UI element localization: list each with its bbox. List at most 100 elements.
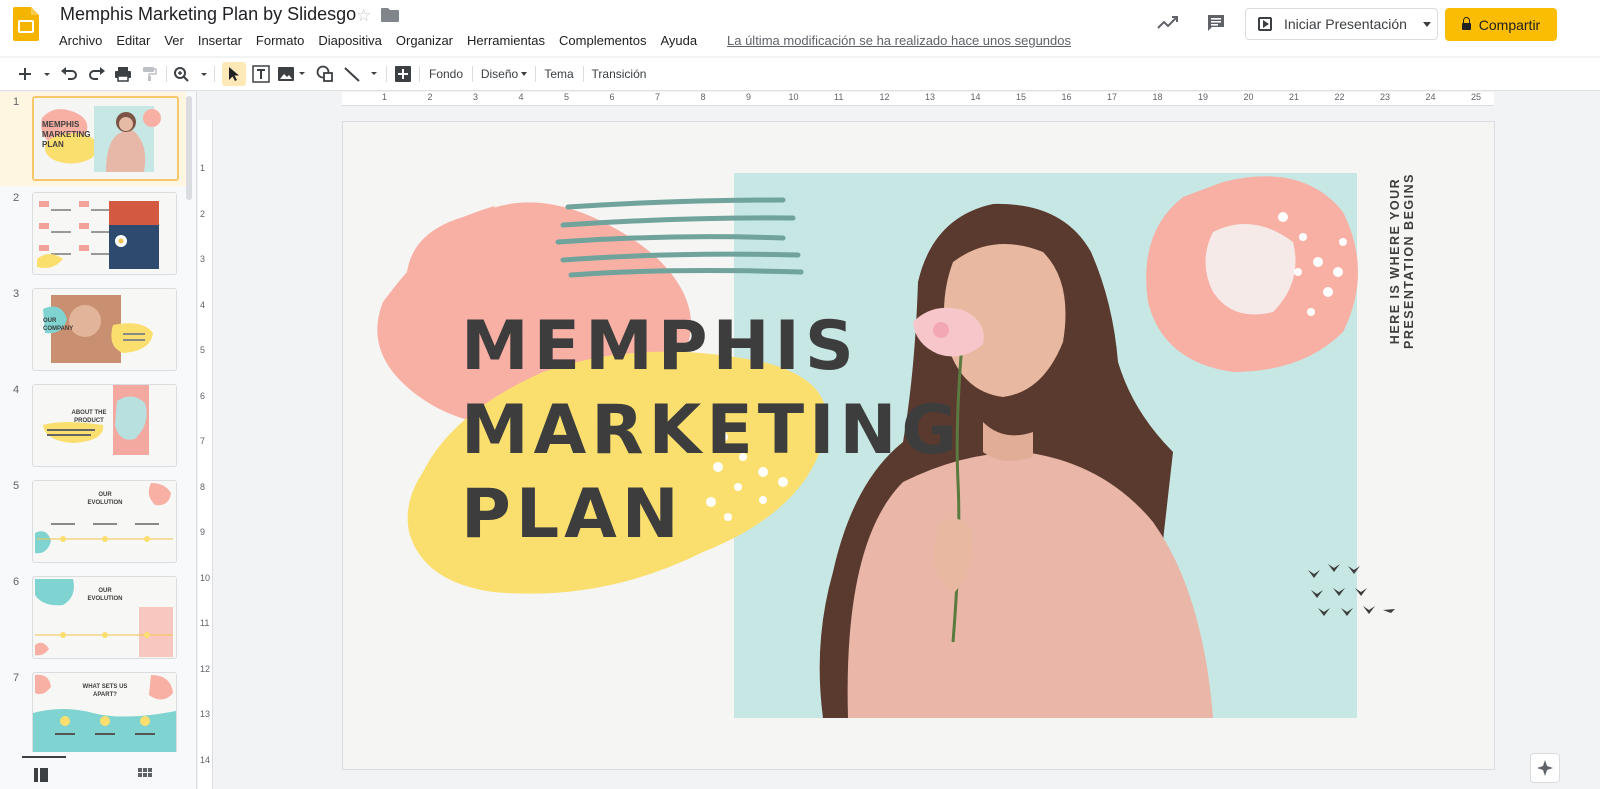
star-icon[interactable]: ☆	[356, 6, 371, 26]
cursor-icon	[229, 67, 239, 81]
insert-image-button[interactable]	[276, 58, 308, 90]
ruler-tick-label: 19	[1198, 92, 1209, 102]
explore-button[interactable]	[1530, 753, 1560, 783]
toolbar-divider	[386, 66, 387, 82]
theme-button[interactable]: Tema	[540, 58, 578, 90]
slide-thumb-5[interactable]: 5 OUR EVOLUTION	[0, 476, 186, 566]
slide-thumb-7[interactable]: 7 WHAT SETS US APART?	[0, 668, 186, 758]
ruler-tick-label: 12	[879, 92, 890, 102]
slide-thumbnail: MEMPHIS MARKETING PLAN	[32, 96, 179, 181]
filmstrip-scrollbar[interactable]	[186, 96, 192, 200]
slide-number: 4	[13, 384, 20, 396]
menu-edit[interactable]: Editar	[109, 33, 157, 48]
thumb-title: OUR EVOLUTION	[87, 588, 123, 602]
explore-sparkle-icon	[1537, 760, 1553, 776]
print-icon	[115, 67, 131, 82]
ruler-tick-label: 4	[518, 92, 524, 102]
undo-icon	[61, 67, 77, 80]
present-button[interactable]: Iniciar Presentación	[1245, 8, 1419, 40]
shape-button[interactable]	[314, 58, 336, 90]
ruler-tick-label: 17	[1107, 92, 1118, 102]
lock-icon	[1461, 17, 1471, 30]
slide-preview-image	[33, 385, 176, 466]
toolbar-divider	[472, 66, 473, 82]
zoom-icon	[174, 67, 207, 82]
print-button[interactable]	[112, 58, 134, 90]
ruler-tick-label: 16	[1061, 92, 1072, 102]
layout-button[interactable]: Diseño	[478, 58, 530, 90]
slide-thumbnail	[32, 192, 177, 275]
menu-file[interactable]: Archivo	[52, 33, 109, 48]
ruler-tick-label: 7	[655, 92, 661, 102]
ruler-tick-label: 14	[200, 754, 211, 765]
slide-thumbnail: ABOUT THE PRODUCT	[32, 384, 177, 467]
slide-thumb-1[interactable]: 1 MEMPHIS MARKETING PLAN	[0, 92, 186, 186]
slide-subtitle-vertical[interactable]: HERE IS WHERE YOUR PRESENTATION BEGINS	[1388, 156, 1416, 366]
redo-icon	[89, 67, 105, 80]
share-button[interactable]: Compartir	[1445, 8, 1557, 41]
background-button[interactable]: Fondo	[424, 58, 468, 90]
menu-view[interactable]: Ver	[157, 33, 191, 48]
slide-thumbnail: OUR EVOLUTION	[32, 480, 177, 563]
ruler-tick-label: 1	[200, 163, 206, 173]
document-title[interactable]: Memphis Marketing Plan by Slidesgo	[60, 4, 356, 25]
toolbar-divider	[419, 66, 420, 82]
comments-icon[interactable]	[1206, 13, 1226, 33]
horizontal-ruler[interactable]: 1 2 3 4 5 6 7 8 9 10 11 12 13 14 15 16 17 18 19 20 21 22 23 24 2…	[342, 92, 1494, 106]
menu-slide[interactable]: Diapositiva	[311, 33, 389, 48]
slide-thumb-6[interactable]: 6 OUR EVOLUTION	[0, 572, 186, 662]
grid-view-icon[interactable]	[138, 768, 152, 782]
share-label: Compartir	[1478, 16, 1541, 33]
ruler-tick-label: 18	[1152, 92, 1163, 102]
ruler-tick-label: 13	[200, 709, 211, 719]
present-options-dropdown[interactable]	[1418, 8, 1438, 40]
ruler-tick-label: 3	[200, 254, 206, 264]
menu-format[interactable]: Formato	[249, 33, 311, 48]
new-slide-button[interactable]	[14, 58, 54, 90]
toolbar-divider	[583, 66, 584, 82]
select-tool-button[interactable]	[222, 62, 246, 86]
slide-number: 7	[13, 672, 20, 684]
ruler-tick-label: 5	[200, 345, 206, 355]
ruler-tick-label: 12	[200, 663, 211, 674]
slides-logo-icon[interactable]	[13, 7, 39, 41]
new-comment-button[interactable]	[392, 58, 414, 90]
filmstrip-view-icon[interactable]	[34, 768, 48, 782]
folder-icon[interactable]	[381, 8, 399, 22]
slide-filmstrip: 1 MEMPHIS MARKETING PLAN 2 3 OUR COMPANY…	[0, 92, 197, 789]
menu-addons[interactable]: Complementos	[552, 33, 653, 48]
thumb-title: MEMPHIS MARKETING PLAN	[42, 120, 91, 149]
zoom-button[interactable]	[172, 58, 210, 90]
text-box-button[interactable]	[250, 58, 272, 90]
title-bar: Memphis Marketing Plan by Slidesgo ☆ Arc…	[0, 0, 1600, 56]
ruler-tick-label: 13	[925, 92, 936, 102]
add-comment-icon	[395, 66, 411, 82]
ruler-tick-label: 21	[1289, 92, 1300, 102]
shape-icon	[316, 65, 333, 82]
slide-number: 2	[13, 192, 20, 204]
thumb-title: OUR COMPANY	[43, 318, 74, 332]
view-active-indicator	[22, 756, 66, 758]
toolbar-divider	[535, 66, 536, 82]
slide-thumb-2[interactable]: 2	[0, 188, 186, 278]
slide-canvas[interactable]: MEMPHIS MARKETING PLAN HERE IS WHERE YOU…	[342, 121, 1495, 770]
vertical-ruler[interactable]: 1 2 3 4 5 6 7 8 9 10 11 12 13 14	[198, 120, 213, 789]
view-switcher	[0, 752, 196, 789]
menu-help[interactable]: Ayuda	[653, 33, 704, 48]
last-edit-link[interactable]: La última modificación se ha realizado h…	[727, 33, 1071, 48]
ruler-tick-label: 2	[200, 208, 206, 219]
activity-trend-icon[interactable]	[1157, 14, 1179, 30]
slide-thumb-4[interactable]: 4 ABOUT THE PRODUCT	[0, 380, 186, 470]
present-icon	[1258, 17, 1272, 31]
transition-button[interactable]: Transición	[588, 58, 650, 90]
menu-arrange[interactable]: Organizar	[389, 33, 460, 48]
undo-button[interactable]	[58, 58, 80, 90]
ruler-tick-label: 9	[746, 92, 752, 102]
redo-button[interactable]	[86, 58, 108, 90]
menu-tools[interactable]: Herramientas	[460, 33, 552, 48]
menu-insert[interactable]: Insertar	[191, 33, 249, 48]
line-button[interactable]	[342, 58, 380, 90]
paint-format-button[interactable]	[138, 58, 160, 90]
slide-thumb-3[interactable]: 3 OUR COMPANY	[0, 284, 186, 374]
slide-title[interactable]: MEMPHIS MARKETING PLAN	[461, 305, 962, 557]
